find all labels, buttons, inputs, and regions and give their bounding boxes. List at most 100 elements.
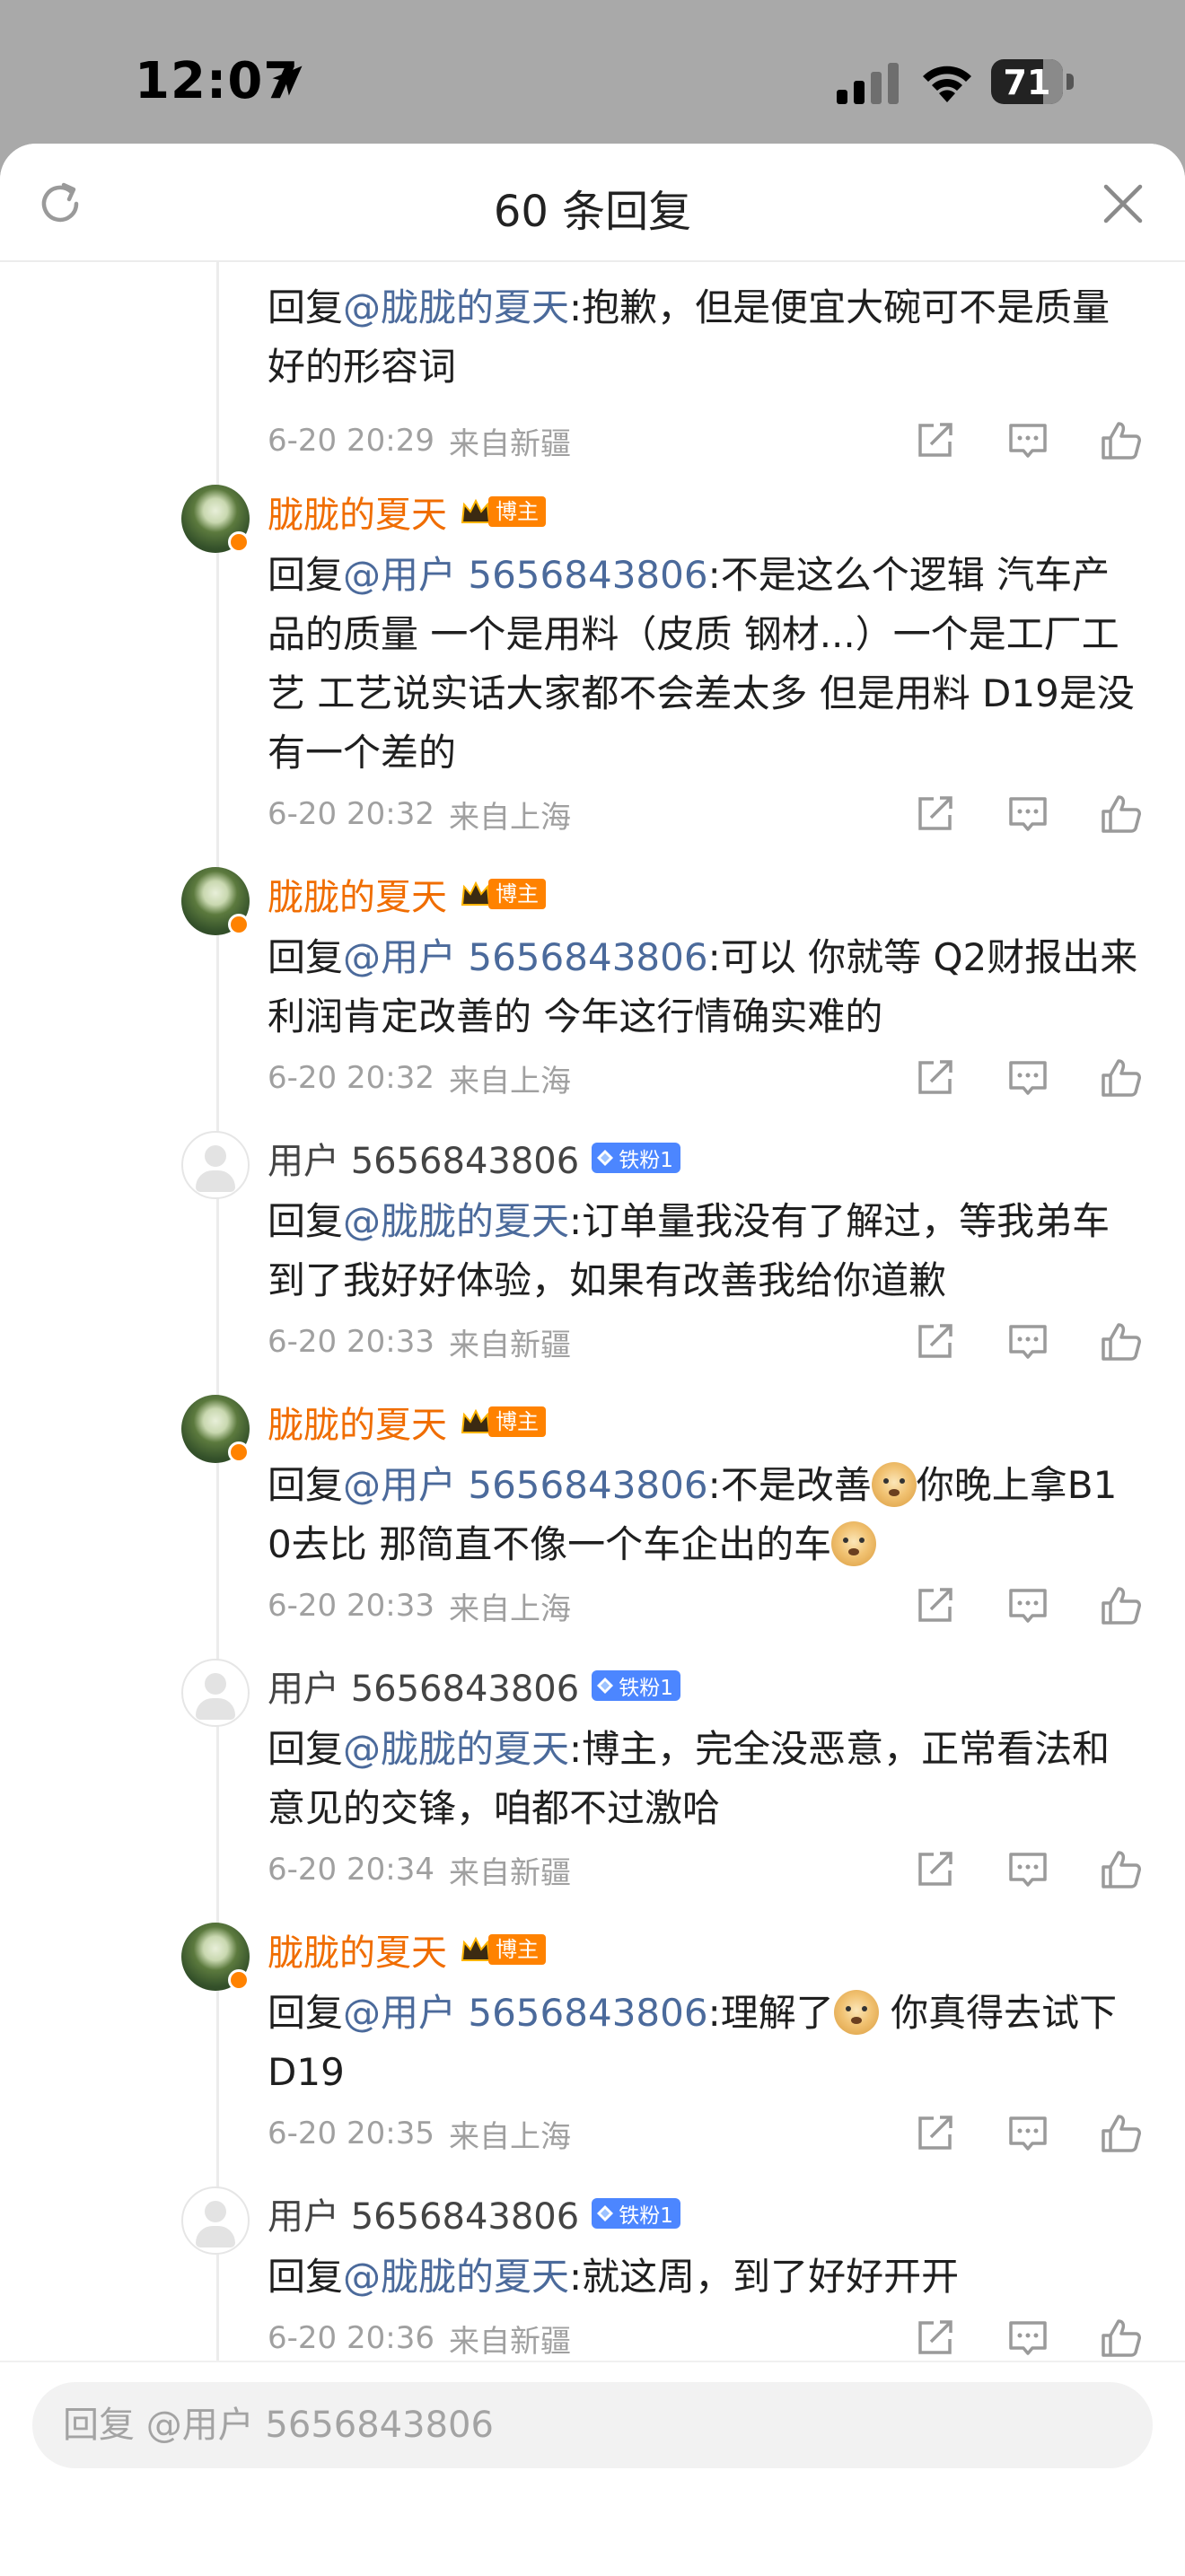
mention-link[interactable]: @用户 5656843806 <box>343 553 708 597</box>
comment-time: 6-20 20:32 <box>268 1060 434 1096</box>
signal-icon <box>837 63 899 104</box>
like-icon[interactable] <box>1099 2316 1144 2361</box>
reply-input[interactable] <box>32 2382 1153 2468</box>
diamond-icon <box>597 2205 614 2221</box>
mention-link[interactable]: @胧胧的夏天 <box>343 1727 569 1771</box>
share-icon[interactable] <box>912 1847 957 1892</box>
like-icon[interactable] <box>1099 1056 1144 1100</box>
mention-link[interactable]: @用户 5656843806 <box>343 935 708 979</box>
avatar[interactable] <box>181 1923 250 1991</box>
name-row: 用户 5656843806 铁粉1 <box>268 1133 680 1183</box>
comment-icon[interactable] <box>1005 1583 1050 1628</box>
avatar[interactable] <box>181 1395 250 1463</box>
share-icon[interactable] <box>912 418 957 463</box>
mention-link[interactable]: @胧胧的夏天 <box>343 285 569 329</box>
avatar[interactable] <box>181 1131 250 1199</box>
comment-location: 来自上海 <box>448 799 571 836</box>
like-icon[interactable] <box>1099 792 1144 837</box>
doge-emoji-icon <box>831 1521 877 1566</box>
reply-prefix: 回复 <box>268 1991 344 2035</box>
avatar[interactable] <box>181 485 250 553</box>
like-icon[interactable] <box>1099 1583 1144 1628</box>
avatar[interactable] <box>181 1659 250 1727</box>
name-row: 胧胧的夏天 博主 <box>268 1924 546 1975</box>
comment-location: 来自上海 <box>448 1063 571 1100</box>
mention-link[interactable]: @胧胧的夏天 <box>343 1199 569 1243</box>
name-row: 胧胧的夏天 博主 <box>268 486 546 537</box>
like-icon[interactable] <box>1099 418 1144 463</box>
reply-prefix: 回复 <box>268 1727 344 1771</box>
comment-actions <box>912 1319 1144 1364</box>
comment-meta: 6-20 20:32 来自上海 <box>268 1056 571 1100</box>
reply-bar <box>0 2361 1185 2576</box>
comment-icon[interactable] <box>1005 792 1050 837</box>
username[interactable]: 用户 5656843806 <box>268 1132 579 1184</box>
comment-icon[interactable] <box>1005 1319 1050 1364</box>
verified-badge-icon <box>228 531 250 553</box>
name-row: 胧胧的夏天 博主 <box>268 1397 546 1447</box>
comment-icon[interactable] <box>1005 418 1050 463</box>
comment-time: 6-20 20:29 <box>268 423 434 459</box>
share-icon[interactable] <box>912 1056 957 1100</box>
verified-badge-icon <box>228 1441 250 1463</box>
comment-location: 来自新疆 <box>448 1854 571 1891</box>
mention-link[interactable]: @用户 5656843806 <box>343 1991 708 2035</box>
comment-meta: 6-20 20:32 来自上海 <box>268 792 571 837</box>
comment-text: 回复@用户 5656843806:理解了 你真得去试下D19 <box>268 1984 1138 2102</box>
username[interactable]: 胧胧的夏天 <box>268 1923 447 1976</box>
comment-body: :理解了 <box>707 1991 834 2035</box>
fan-badge: 铁粉1 <box>592 1143 680 1173</box>
crown-icon <box>461 498 491 523</box>
share-icon[interactable] <box>912 1319 957 1364</box>
badge-label: 博主 <box>488 496 546 527</box>
username[interactable]: 胧胧的夏天 <box>268 868 447 920</box>
blogger-badge: 博主 <box>460 1932 546 1967</box>
crown-icon <box>461 1408 491 1433</box>
comment-meta: 6-20 20:35 来自上海 <box>268 2111 571 2156</box>
comment-icon[interactable] <box>1005 1847 1050 1892</box>
comment-location: 来自新疆 <box>448 2323 571 2360</box>
comment-time: 6-20 20:32 <box>268 796 434 832</box>
blogger-badge: 博主 <box>460 494 546 530</box>
username[interactable]: 胧胧的夏天 <box>268 486 447 538</box>
avatar[interactable] <box>181 2186 250 2255</box>
badge-label: 铁粉1 <box>619 1149 673 1172</box>
fan-badge: 铁粉1 <box>592 1670 680 1701</box>
badge-label: 博主 <box>488 1406 546 1437</box>
avatar[interactable] <box>181 867 250 935</box>
crown-icon <box>461 1936 491 1961</box>
username[interactable]: 胧胧的夏天 <box>268 1396 447 1448</box>
verified-badge-icon <box>228 1969 250 1991</box>
status-bar: 12:07 71 <box>0 0 1185 144</box>
close-icon[interactable] <box>1099 180 1147 228</box>
username[interactable]: 用户 5656843806 <box>268 2187 579 2239</box>
share-icon[interactable] <box>912 792 957 837</box>
badge-label: 博主 <box>488 879 546 909</box>
mention-link[interactable]: @胧胧的夏天 <box>343 2255 569 2299</box>
reply-prefix: 回复 <box>268 553 344 597</box>
username[interactable]: 用户 5656843806 <box>268 1660 579 1712</box>
like-icon[interactable] <box>1099 1847 1144 1892</box>
like-icon[interactable] <box>1099 1319 1144 1364</box>
share-icon[interactable] <box>912 2111 957 2156</box>
sheet-title: 60 条回复 <box>493 187 692 237</box>
comment-location: 来自新疆 <box>448 425 571 462</box>
comment-meta: 6-20 20:29 来自新疆 <box>268 418 571 463</box>
sheet-header: 60 条回复 <box>0 144 1185 262</box>
share-icon[interactable] <box>912 1583 957 1628</box>
comment-actions <box>912 1583 1144 1628</box>
thread-line <box>216 260 219 2468</box>
like-icon[interactable] <box>1099 2111 1144 2156</box>
comment-icon[interactable] <box>1005 2316 1050 2361</box>
comment-text: 回复@胧胧的夏天:博主，完全没恶意，正常看法和意见的交锋，咱都不过激哈 <box>268 1720 1138 1838</box>
comment-time: 6-20 20:34 <box>268 1852 434 1888</box>
diamond-icon <box>597 1678 614 1694</box>
comment-actions <box>912 418 1144 463</box>
comment-icon[interactable] <box>1005 1056 1050 1100</box>
comment-icon[interactable] <box>1005 2111 1050 2156</box>
share-icon[interactable] <box>912 2316 957 2361</box>
mention-link[interactable]: @用户 5656843806 <box>343 1463 708 1507</box>
replies-sheet: 60 条回复 回复@胧胧的夏天:抱歉，但是便宜大碗可不是质量好的形容词 6-20… <box>0 144 1185 2574</box>
reply-prefix: 回复 <box>268 1463 344 1507</box>
battery-indicator: 71 <box>991 59 1074 104</box>
